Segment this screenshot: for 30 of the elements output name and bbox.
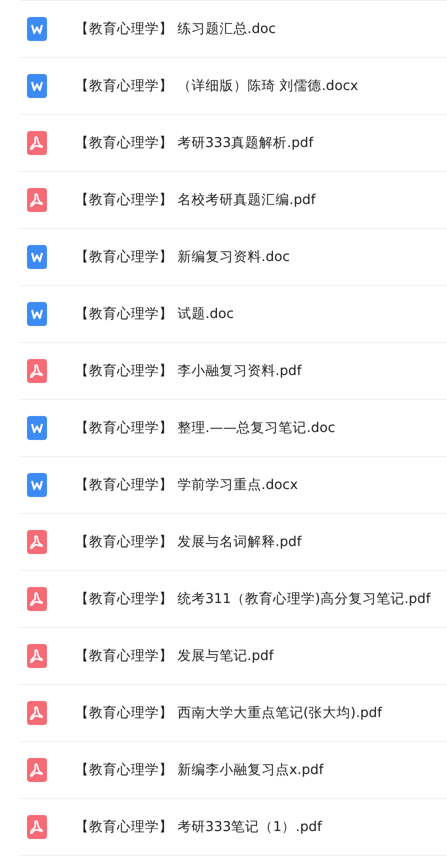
file-name[interactable]: 【教育心理学】 名校考研真题汇编.pdf [75, 190, 316, 210]
file-name[interactable]: 【教育心理学】 西南大学大重点笔记(张大均).pdf [75, 702, 382, 724]
word-document-icon [27, 245, 47, 269]
pdf-document-icon [27, 758, 47, 782]
file-name[interactable]: 【教育心理学】 新编复习资料.doc [75, 246, 290, 268]
pdf-document-icon [27, 701, 47, 725]
pdf-document-icon [27, 644, 47, 668]
word-document-icon [27, 17, 47, 41]
word-document-icon [27, 416, 47, 440]
pdf-document-icon [27, 587, 47, 611]
file-name[interactable]: 【教育心理学】 学前学习重点.docx [75, 474, 298, 496]
file-name[interactable]: 【教育心理学】 （详细版）陈琦 刘儒德.docx [75, 76, 358, 96]
word-document-icon [27, 473, 47, 497]
pdf-document-icon [27, 359, 47, 383]
pdf-document-icon [27, 188, 47, 212]
file-name[interactable]: 【教育心理学】 考研333笔记（1）.pdf [75, 816, 322, 838]
pdf-document-icon [27, 815, 47, 839]
pdf-document-icon [27, 530, 47, 554]
word-document-icon [27, 302, 47, 326]
file-name[interactable]: 【教育心理学】 考研333真题解析.pdf [75, 132, 314, 154]
file-name[interactable]: 【教育心理学】 李小融复习资料.pdf [75, 360, 302, 382]
pdf-document-icon [27, 131, 47, 155]
file-name[interactable]: 【教育心理学】 统考311（教育心理学)高分复习笔记.pdf [75, 588, 431, 610]
file-name[interactable]: 【教育心理学】 试题.doc [75, 304, 234, 324]
file-name[interactable]: 【教育心理学】 练习题汇总.doc [75, 18, 276, 40]
file-name[interactable]: 【教育心理学】 发展与名词解释.pdf [75, 532, 302, 552]
file-name[interactable]: 【教育心理学】 整理.——总复习笔记.doc [75, 418, 336, 438]
file-name[interactable]: 【教育心理学】 新编李小融复习点x.pdf [75, 760, 324, 780]
file-name[interactable]: 【教育心理学】 发展与笔记.pdf [75, 646, 274, 666]
word-document-icon [27, 74, 47, 98]
